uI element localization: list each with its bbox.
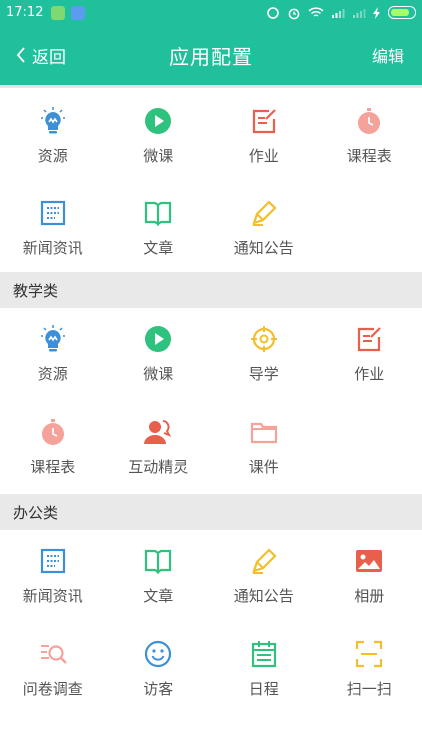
- back-button[interactable]: 返回: [16, 25, 66, 85]
- my-apps-grid: 资源 微课 作业 课程表 新闻资讯 文章 通知公告: [0, 88, 422, 272]
- app-label: 互动精灵: [128, 458, 189, 476]
- app-label: 课程表: [346, 147, 392, 165]
- chevron-left-icon: [16, 47, 25, 63]
- app-label: 作业: [354, 365, 385, 383]
- folder-icon: [249, 417, 279, 447]
- app-tile-homework[interactable]: 作业: [211, 88, 317, 180]
- app-label: 新闻资讯: [22, 587, 83, 605]
- app-tile-microcourse[interactable]: 微课: [106, 308, 212, 401]
- app-tile-guide[interactable]: 导学: [211, 308, 317, 401]
- stopwatch-icon: [354, 106, 384, 136]
- calendar-icon: [249, 639, 279, 669]
- wifi-icon: [308, 6, 324, 17]
- app-label: 扫一扫: [346, 680, 392, 698]
- office-apps-grid: 新闻资讯 文章 通知公告 相册 问卷调查 访客 日程 扫一扫: [0, 530, 422, 716]
- app-tile-timetable[interactable]: 课程表: [0, 401, 106, 494]
- app-label: 作业: [248, 147, 279, 165]
- nav-bar: 返回 应用配置 编辑: [0, 25, 422, 85]
- app-label: 问卷调查: [22, 680, 83, 698]
- section-header-teaching: 教学类: [0, 272, 422, 308]
- lightbulb-icon: [38, 106, 68, 136]
- app-label: 相册: [354, 587, 385, 605]
- status-bar: 17:12: [0, 0, 422, 25]
- app-label: 通知公告: [233, 587, 294, 605]
- app-label: 课件: [248, 458, 279, 476]
- notification-cloud-icon: [71, 5, 86, 20]
- app-label: 新闻资讯: [22, 239, 83, 257]
- battery-icon: [388, 6, 416, 19]
- charging-icon: [373, 6, 380, 19]
- page-title: 应用配置: [169, 44, 253, 69]
- newspaper-icon: [38, 198, 68, 228]
- photo-icon: [354, 546, 384, 576]
- app-tile-microcourse[interactable]: 微课: [106, 88, 212, 180]
- survey-search-icon: [38, 639, 68, 669]
- app-label: 资源: [37, 147, 68, 165]
- back-label: 返回: [32, 47, 66, 68]
- app-tile-notice[interactable]: 通知公告: [211, 180, 317, 272]
- newspaper-icon: [38, 546, 68, 576]
- app-tile-article[interactable]: 文章: [106, 180, 212, 272]
- app-tile-courseware[interactable]: 课件: [211, 401, 317, 494]
- app-tile-news[interactable]: 新闻资讯: [0, 530, 106, 623]
- play-circle-icon: [143, 106, 173, 136]
- teaching-apps-grid: 资源 微课 导学 作业 课程表 互动精灵 课件: [0, 308, 422, 494]
- status-time: 17:12: [6, 5, 44, 20]
- book-icon: [143, 546, 173, 576]
- app-label: 通知公告: [233, 239, 294, 257]
- app-tile-schedule[interactable]: 日程: [211, 623, 317, 716]
- scan-icon: [354, 639, 384, 669]
- section-header-office: 办公类: [0, 494, 422, 530]
- app-label: 微课: [143, 365, 174, 383]
- app-tile-timetable[interactable]: 课程表: [317, 88, 422, 180]
- book-icon: [143, 198, 173, 228]
- sync-icon: [267, 6, 279, 19]
- app-tile-album[interactable]: 相册: [317, 530, 422, 623]
- app-label: 文章: [143, 587, 174, 605]
- notification-app-icon: [51, 5, 66, 20]
- target-icon: [249, 324, 279, 354]
- app-tile-resource[interactable]: 资源: [0, 308, 106, 401]
- app-label: 文章: [143, 239, 174, 257]
- user-chat-icon: [143, 417, 173, 447]
- app-tile-article[interactable]: 文章: [106, 530, 212, 623]
- app-label: 访客: [143, 680, 174, 698]
- app-tile-survey[interactable]: 问卷调查: [0, 623, 106, 716]
- app-tile-scan[interactable]: 扫一扫: [317, 623, 422, 716]
- pencil-icon: [249, 546, 279, 576]
- app-label: 资源: [37, 365, 68, 383]
- edit-note-icon: [249, 106, 279, 136]
- status-icons: [266, 0, 416, 25]
- app-label: 课程表: [30, 458, 76, 476]
- app-tile-homework[interactable]: 作业: [317, 308, 422, 401]
- app-tile-interactive-elf[interactable]: 互动精灵: [106, 401, 212, 494]
- app-label: 导学: [248, 365, 279, 383]
- app-tile-notice[interactable]: 通知公告: [211, 530, 317, 623]
- play-circle-icon: [143, 324, 173, 354]
- smiley-icon: [143, 639, 173, 669]
- pencil-icon: [249, 198, 279, 228]
- stopwatch-icon: [38, 417, 68, 447]
- lightbulb-icon: [38, 324, 68, 354]
- signal-icon: [332, 8, 345, 18]
- edit-note-icon: [354, 324, 384, 354]
- app-tile-news[interactable]: 新闻资讯: [0, 180, 106, 272]
- edit-button[interactable]: 编辑: [372, 25, 404, 85]
- signal-2-icon: [353, 8, 366, 18]
- alarm-icon: [288, 8, 300, 19]
- app-label: 日程: [248, 680, 279, 698]
- app-tile-visitor[interactable]: 访客: [106, 623, 212, 716]
- app-label: 微课: [143, 147, 174, 165]
- app-tile-resource[interactable]: 资源: [0, 88, 106, 180]
